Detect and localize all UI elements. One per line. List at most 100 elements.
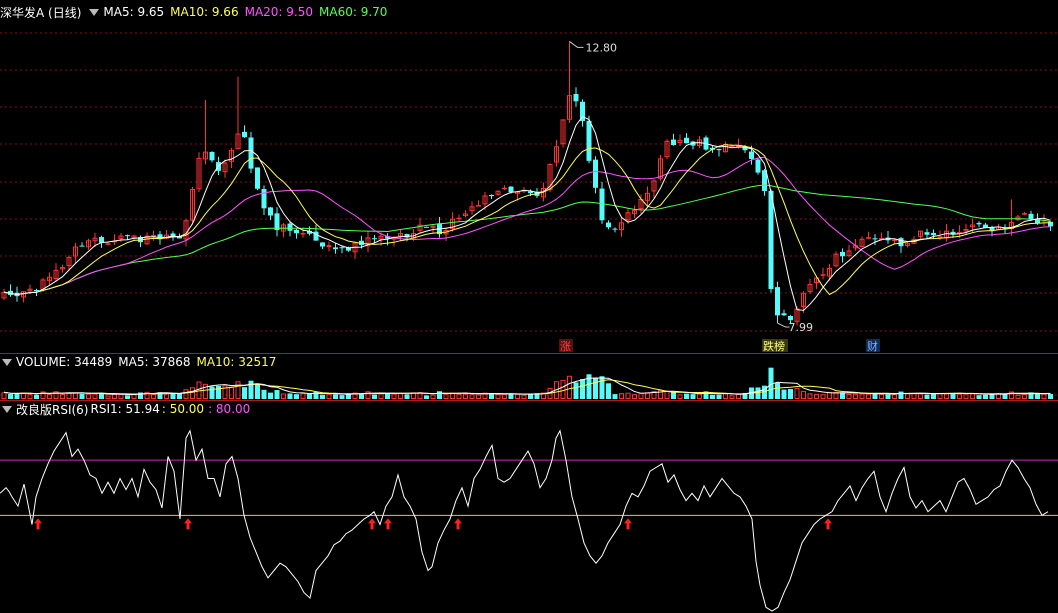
candle-body-up: [151, 234, 156, 237]
volume-bar-down: [339, 395, 345, 399]
volume-bar-down: [716, 394, 722, 399]
stock-chart-canvas[interactable]: 12.80 7.99 涨 跌榜 财: [0, 0, 1058, 613]
volume-bar-down: [1035, 393, 1040, 399]
volume-bar-up: [281, 393, 286, 400]
candle-body-down: [372, 238, 377, 240]
candle-body-up: [866, 237, 871, 239]
candle-body-down: [840, 251, 845, 257]
volume-bar-down: [573, 382, 579, 399]
volume-legend: VOLUME: 34489: [16, 355, 113, 369]
volume-bar-up: [183, 389, 189, 399]
volume-bar-down: [333, 394, 338, 399]
candle-body-down: [489, 194, 494, 197]
dropdown-triangle-icon[interactable]: [2, 405, 12, 413]
volume-bar-up: [729, 395, 735, 399]
candle-body-down: [976, 222, 982, 225]
candle-body-down: [287, 223, 293, 231]
candle-body-down: [684, 137, 689, 144]
candle-body-down: [775, 287, 780, 316]
event-marker: 涨: [560, 340, 571, 353]
volume-bar-down: [599, 376, 605, 399]
volume-bar-up: [905, 393, 910, 400]
high-price-label: 12.80: [586, 41, 618, 54]
volume-bar-up: [723, 393, 728, 400]
volume-bar-up: [619, 393, 624, 400]
dropdown-triangle-icon[interactable]: [89, 8, 100, 16]
buy-arrow-icon: [624, 518, 632, 530]
candle-body-down: [255, 167, 260, 189]
candle-body-down: [294, 229, 299, 234]
volume-bar-down: [209, 386, 215, 399]
candle-body-down: [508, 186, 514, 193]
volume-bar-down: [690, 394, 696, 399]
buy-arrow-icon: [384, 518, 392, 530]
candle-body-up: [1022, 213, 1027, 215]
candle-body-down: [898, 238, 904, 247]
candle-body-down: [755, 159, 761, 173]
candle-body-down: [79, 245, 85, 247]
volume-bar-down: [872, 393, 878, 399]
volume-ma10-line: [3, 379, 1051, 395]
volume-bar-down: [248, 380, 254, 399]
volume-bar-down: [34, 394, 39, 399]
rsi1-legend: RSI1: 51.94: [90, 402, 160, 416]
ma10-legend: MA10: 9.66: [170, 5, 239, 19]
main-panel-header: 深华发A (日线) MA5: 9.65 MA10: 9.66 MA20: 9.5…: [0, 4, 393, 20]
volume-bar-down: [385, 393, 390, 399]
volume-bar-up: [736, 393, 741, 399]
candle-body-up: [820, 274, 826, 276]
volume-bar-down: [508, 393, 514, 399]
volume-bar-up: [801, 390, 806, 399]
volume-bar-down: [755, 387, 761, 399]
candle-body-down: [593, 159, 598, 188]
volume-bar-down: [307, 393, 312, 399]
candle-body-up: [456, 217, 462, 220]
candle-body-down: [34, 289, 39, 291]
candle-body-down: [209, 151, 215, 161]
candle-body-down: [768, 190, 774, 289]
volume-bar-up: [398, 392, 403, 400]
candle-body-up: [502, 187, 507, 190]
volume-bar-down: [710, 394, 715, 399]
volume-bar-up: [21, 392, 26, 400]
volume-bar-down: [489, 393, 494, 399]
volume-bar-down: [424, 395, 429, 399]
candle-body-down: [261, 189, 267, 209]
candle-body-down: [606, 222, 611, 228]
volume-bar-up: [521, 395, 527, 399]
volume-bar-down: [8, 394, 13, 399]
volume-bar-down: [606, 383, 611, 399]
volume-bar-down: [274, 390, 280, 399]
volume-bar-down: [684, 393, 689, 399]
candle-body-down: [788, 316, 793, 321]
candlestick-group: [1, 41, 1053, 326]
volume-bar-down: [242, 387, 247, 399]
candle-body-down: [781, 313, 787, 316]
volume-bar-down: [924, 394, 930, 399]
volume-bar-up: [300, 393, 306, 399]
buy-signal-arrows: [34, 518, 832, 530]
candle-body-down: [333, 247, 338, 250]
candle-body-up: [476, 205, 481, 207]
volume-bar-up: [86, 393, 91, 400]
volume-bar-down: [359, 393, 364, 399]
volume-bar-down: [593, 378, 598, 399]
volume-bar-down: [1048, 394, 1053, 399]
candle-body-down: [424, 226, 429, 228]
volume-ma10-legend: MA10: 32517: [196, 355, 277, 369]
volume-bar-up: [911, 393, 917, 399]
candle-body-down: [125, 235, 130, 237]
volume-bar-up: [645, 392, 650, 399]
volume-bar-down: [612, 394, 618, 399]
rsi-panel-header: 改良版RSI(6) RSI1: 51.94 : 50.00 : 80.00: [0, 401, 256, 417]
candle-body-down: [924, 232, 930, 235]
dropdown-triangle-icon[interactable]: [2, 358, 12, 366]
volume-bar-down: [788, 388, 793, 399]
volume-bar-down: [287, 393, 293, 399]
volume-ma5-legend: MA5: 37868: [118, 355, 191, 369]
candle-body-down: [99, 237, 104, 243]
stock-title: 深华发A (日线): [0, 5, 82, 20]
rsi-line50-legend: : 50.00: [161, 402, 205, 416]
rsi1-line: [0, 429, 1049, 612]
candle-body-up: [326, 245, 332, 248]
